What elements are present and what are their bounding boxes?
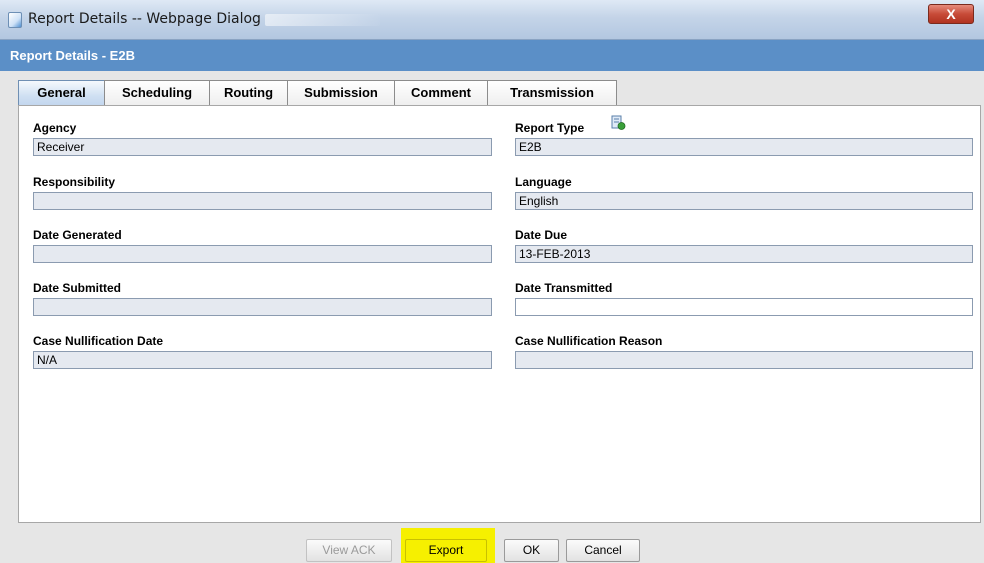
agency-label: Agency — [33, 121, 77, 135]
dialog-body: General Scheduling Routing Submission Co… — [0, 71, 984, 533]
language-field[interactable]: English — [515, 192, 973, 210]
case-nullification-reason-label: Case Nullification Reason — [515, 334, 663, 348]
responsibility-field[interactable] — [33, 192, 492, 210]
date-generated-field[interactable] — [33, 245, 492, 263]
date-due-label: Date Due — [515, 228, 568, 242]
case-nullification-date-field[interactable]: N/A — [33, 351, 492, 369]
window-title: Report Details -- Webpage Dialog — [28, 11, 261, 27]
dialog-header: Report Details - E2B — [0, 40, 984, 71]
export-button[interactable]: Export — [405, 539, 487, 562]
language-label: Language — [515, 175, 572, 189]
responsibility-label: Responsibility — [33, 175, 116, 189]
close-button[interactable]: X — [928, 4, 974, 24]
date-submitted-label: Date Submitted — [33, 281, 122, 295]
date-transmitted-field[interactable] — [515, 298, 973, 316]
window-title-obscured-area — [265, 14, 380, 26]
report-type-field[interactable]: E2B — [515, 138, 973, 156]
agency-field[interactable]: Receiver — [33, 138, 492, 156]
date-generated-label: Date Generated — [33, 228, 122, 242]
tab-submission[interactable]: Submission — [287, 80, 395, 106]
tab-comment[interactable]: Comment — [394, 80, 488, 106]
dialog-footer: View ACK Export OK Cancel — [0, 528, 984, 563]
case-nullification-date-label: Case Nullification Date — [33, 334, 164, 348]
tab-routing[interactable]: Routing — [209, 80, 288, 106]
tab-scheduling[interactable]: Scheduling — [104, 80, 210, 106]
date-transmitted-label: Date Transmitted — [515, 281, 613, 295]
browser-page-icon — [8, 12, 22, 28]
tab-transmission[interactable]: Transmission — [487, 80, 617, 106]
view-ack-button[interactable]: View ACK — [306, 539, 392, 562]
tab-bar: General Scheduling Routing Submission Co… — [18, 80, 617, 106]
tab-general[interactable]: General — [18, 80, 105, 106]
general-panel: Agency Receiver Report Type E2B Responsi… — [18, 105, 981, 523]
date-due-field[interactable]: 13-FEB-2013 — [515, 245, 973, 263]
report-type-icon[interactable] — [611, 115, 626, 131]
ok-button[interactable]: OK — [504, 539, 559, 562]
window-titlebar: Report Details -- Webpage Dialog X — [0, 0, 984, 40]
date-submitted-field[interactable] — [33, 298, 492, 316]
report-type-label: Report Type — [515, 121, 585, 135]
case-nullification-reason-field[interactable] — [515, 351, 973, 369]
cancel-button[interactable]: Cancel — [566, 539, 640, 562]
